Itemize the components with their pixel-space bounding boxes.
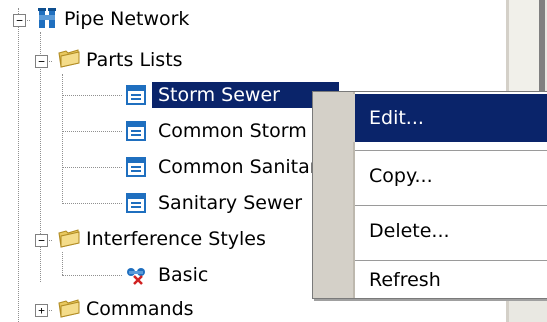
tree-node-basic[interactable]: Basic [158, 262, 208, 288]
menu-item-label: Delete... [369, 220, 450, 242]
tree-node-common-storm[interactable]: Common Storm S [158, 118, 312, 144]
parts-list-icon [126, 85, 146, 105]
tree-connector [62, 167, 122, 168]
context-menu: Edit... Copy... Delete... Refresh [312, 91, 547, 299]
menu-icon-gutter [313, 94, 355, 142]
tree-connector [62, 95, 122, 96]
tree-node-storm-sewer[interactable]: Storm Sewer [152, 82, 339, 108]
tree-node-common-sanitary[interactable]: Common Sanitar [158, 154, 312, 180]
folder-icon [58, 299, 80, 318]
menu-item-refresh[interactable]: Refresh [313, 262, 547, 298]
tree-node-parts-lists[interactable]: Parts Lists [86, 47, 183, 73]
expand-collapse-toggle[interactable]: − [35, 234, 48, 247]
tree-connector [62, 252, 63, 275]
tree-node-commands[interactable]: Commands [86, 296, 194, 322]
folder-icon [58, 49, 80, 68]
tree-connector [62, 131, 122, 132]
parts-list-icon [126, 121, 146, 141]
parts-list-icon [126, 157, 146, 177]
expand-collapse-toggle[interactable]: − [13, 14, 26, 27]
tree-connector [62, 203, 122, 204]
expand-collapse-toggle[interactable]: + [35, 304, 48, 317]
menu-separator [355, 205, 547, 206]
menu-item-delete[interactable]: Delete... [313, 207, 547, 255]
menu-item-label: Copy... [369, 165, 433, 187]
menu-separator [355, 150, 547, 151]
menu-item-label: Edit... [369, 107, 424, 129]
folder-icon [58, 229, 80, 248]
pipe-network-icon [38, 8, 56, 28]
tree-node-sanitary-sewer[interactable]: Sanitary Sewer [158, 190, 312, 216]
tree-connector [18, 8, 19, 322]
tree-connector [62, 275, 122, 276]
interference-style-icon [127, 268, 145, 285]
tree-connector [62, 74, 63, 204]
parts-list-icon [126, 193, 146, 213]
menu-item-label: Refresh [369, 269, 441, 291]
menu-item-copy[interactable]: Copy... [313, 152, 547, 200]
expand-collapse-toggle[interactable]: − [35, 55, 48, 68]
tree-node-interference-styles[interactable]: Interference Styles [86, 226, 266, 252]
menu-separator [355, 260, 547, 261]
tree-node-pipe-network[interactable]: Pipe Network [64, 6, 189, 32]
menu-item-edit[interactable]: Edit... [313, 94, 547, 142]
